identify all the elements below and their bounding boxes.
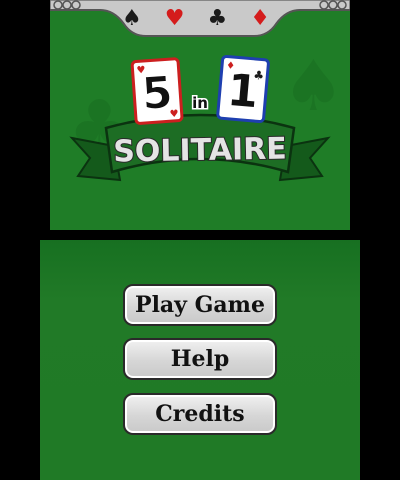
play-game-button[interactable]: Play Game [123, 284, 277, 326]
svg-text:♠: ♠ [282, 45, 345, 127]
logo-card-one: ♦ ♣ 1 [216, 54, 270, 124]
game-logo: ♣ ♠ ♥ ♥ 5 ♦ ♣ 1 in SOLITAIRE [68, 45, 345, 182]
logo-card-one-number: 1 [225, 65, 260, 118]
credits-button[interactable]: Credits [123, 393, 277, 435]
logo-title-text: SOLITAIRE [113, 131, 287, 169]
bottom-screen-menu: Play Game Help Credits [40, 240, 360, 480]
help-button[interactable]: Help [123, 338, 277, 380]
logo-connector-text: in [192, 94, 208, 112]
logo-card-five: ♥ ♥ 5 [130, 57, 184, 125]
top-screen: ♠ ♥ ♣ ♦ ♣ ♠ ♥ ♥ 5 ♦ ♣ 1 in SOLITAIRE [50, 0, 350, 230]
logo-card-five-number: 5 [140, 67, 174, 120]
